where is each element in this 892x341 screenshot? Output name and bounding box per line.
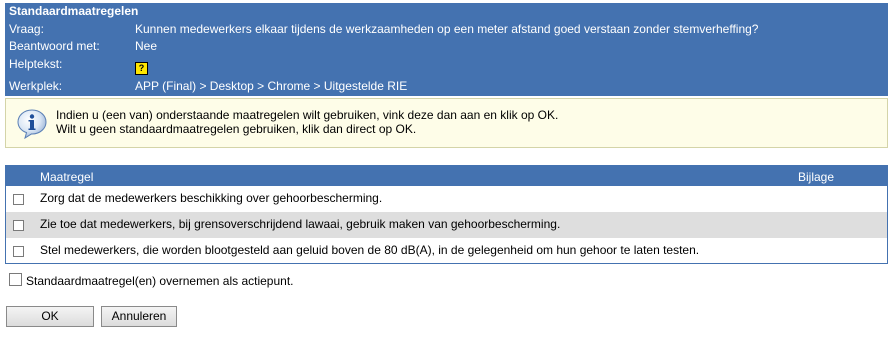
table-row: Stel medewerkers, die worden blootgestel…	[6, 238, 887, 264]
table-row: Zorg dat de medewerkers beschikking over…	[6, 186, 887, 212]
werkplek-label: Werkplek:	[9, 79, 63, 93]
beantwoord-label: Beantwoord met:	[9, 39, 100, 53]
row-checkbox[interactable]	[13, 246, 24, 257]
help-icon[interactable]: ?	[135, 60, 148, 75]
info-line-1: Indien u (een van) onderstaande maatrege…	[56, 108, 559, 122]
table-header: Maatregel Bijlage	[6, 166, 887, 186]
row-text: Stel medewerkers, die worden blootgestel…	[40, 243, 700, 257]
ok-button[interactable]: OK	[6, 306, 94, 327]
table-row: Zie toe dat medewerkers, bij grensoversc…	[6, 212, 887, 238]
overnemen-label: Standaardmaatregel(en) overnemen als act…	[26, 274, 294, 288]
row-text: Zorg dat de medewerkers beschikking over…	[40, 191, 383, 205]
vraag-value: Kunnen medewerkers elkaar tijdens de wer…	[135, 22, 759, 36]
werkplek-value: APP (Final) > Desktop > Chrome > Uitgest…	[135, 79, 408, 93]
helptekst-label: Helptekst:	[9, 57, 63, 71]
info-box: Indien u (een van) onderstaande maatrege…	[5, 98, 888, 148]
info-text: Indien u (een van) onderstaande maatrege…	[56, 108, 558, 136]
annuleren-button[interactable]: Annuleren	[101, 306, 177, 327]
row-text: Zie toe dat medewerkers, bij grensoversc…	[40, 217, 561, 231]
beantwoord-value: Nee	[135, 39, 158, 53]
maatregelen-table: Maatregel Bijlage Zorg dat de medewerker…	[5, 165, 888, 264]
overnemen-checkbox[interactable]	[9, 273, 22, 286]
info-icon	[16, 108, 48, 140]
vraag-label: Vraag:	[9, 22, 44, 36]
column-header-maatregel: Maatregel	[40, 170, 94, 184]
column-header-bijlage: Bijlage	[798, 170, 835, 184]
info-line-2: Wilt u geen standaardmaatregelen gebruik…	[56, 122, 417, 136]
header-panel: Standaardmaatregelen Vraag: Kunnen medew…	[5, 3, 888, 96]
row-checkbox[interactable]	[13, 194, 24, 205]
panel-title: Standaardmaatregelen	[9, 4, 139, 18]
row-checkbox[interactable]	[13, 220, 24, 231]
